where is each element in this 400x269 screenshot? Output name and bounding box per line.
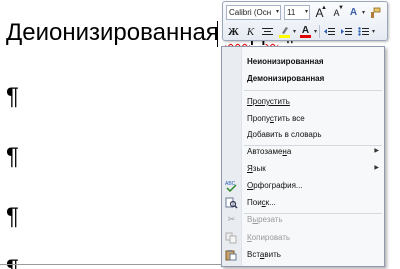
bullet-list-icon [358, 26, 370, 36]
copy-label: опировать [251, 233, 291, 242]
format-painter-icon [370, 7, 380, 18]
triangle-down-icon: ▼ [338, 5, 344, 11]
paste-label-end: вить [264, 250, 281, 259]
spelling-label: рфография... [253, 181, 303, 190]
italic-button[interactable]: К [243, 24, 258, 39]
paste-label-start: Вст [247, 250, 260, 259]
font-name-value: Calibri (Осн [229, 8, 272, 17]
paragraph-mark: ¶ [6, 143, 19, 170]
skip-menu-item[interactable]: Пропустить [222, 93, 384, 110]
language-menu-item[interactable]: Язык ▶ [222, 160, 384, 177]
copy-menu-item[interactable]: Копировать [222, 229, 384, 246]
font-name-combo[interactable]: Calibri (Осн ▾ [226, 5, 281, 20]
skip-label: Пропустить [247, 97, 290, 106]
spelling-check-icon: ABC [225, 179, 238, 192]
suggestion-item[interactable]: Неионизированная [222, 53, 384, 70]
mini-toolbar: Calibri (Осн ▾ 11 ▾ A ▲ A ▼ A ▾ Ж К ▾ A … [222, 1, 388, 41]
scissors-icon: ✂ [227, 214, 236, 224]
toolbar-separator [319, 25, 321, 38]
paste-menu-item[interactable]: Вставить [222, 246, 384, 263]
font-size-combo[interactable]: 11 ▾ [284, 5, 310, 20]
language-label: зык [252, 164, 266, 173]
add-to-dictionary-menu-item[interactable]: Добавить в словарь [222, 126, 384, 143]
add-to-dictionary-label: обавить в словарь [252, 130, 322, 139]
chevron-down-icon: ▾ [304, 9, 308, 15]
bullets-button[interactable] [356, 24, 371, 39]
paragraph-mark: ¶ [6, 83, 19, 110]
paragraph-mark: ¶ [6, 255, 19, 269]
increase-indent-button[interactable] [339, 24, 354, 39]
bold-button[interactable]: Ж [226, 24, 241, 39]
format-painter-button[interactable] [367, 5, 382, 20]
decrease-indent-icon [324, 27, 336, 35]
lookup-menu-item[interactable]: Поиск... [222, 194, 384, 211]
paragraph-mark: ¶ [6, 203, 19, 230]
chevron-down-icon[interactable]: ▾ [372, 28, 375, 35]
font-color-bar [300, 35, 312, 38]
document-text: Деионизированная [6, 19, 226, 46]
chevron-down-icon[interactable]: ▾ [362, 9, 365, 16]
autocorrect-menu-item[interactable]: Автозамена ▶ [222, 143, 384, 160]
decrease-indent-button[interactable] [322, 24, 337, 39]
font-color-icon: A [301, 24, 310, 36]
suggestion-item[interactable]: Демонизированная [222, 70, 384, 87]
submenu-arrow-icon: ▶ [374, 165, 379, 171]
highlight-button[interactable] [277, 24, 292, 39]
submenu-arrow-icon: ▶ [374, 148, 379, 154]
font-color-button[interactable]: A [298, 24, 313, 39]
increase-indent-icon [341, 27, 353, 35]
chevron-down-icon[interactable]: ▾ [293, 28, 296, 35]
copy-icon [225, 231, 238, 244]
center-align-icon [262, 27, 273, 35]
cut-menu-item[interactable]: ✂ Вырезать [222, 211, 384, 228]
research-icon [225, 196, 238, 209]
skip-all-label-end: тить все [273, 114, 305, 123]
grow-font-button[interactable]: A ▲ [312, 5, 327, 20]
menu-separator [244, 90, 382, 91]
font-size-value: 11 [287, 8, 296, 17]
paste-icon [225, 248, 238, 261]
highlight-color-bar [279, 35, 290, 38]
styles-icon: A [349, 7, 358, 18]
skip-all-menu-item[interactable]: Пропустить все [222, 110, 384, 127]
center-align-button[interactable] [260, 24, 275, 39]
chevron-down-icon[interactable]: ▾ [314, 28, 317, 35]
styles-button[interactable]: A [346, 5, 361, 20]
autocorrect-label-end: а [286, 147, 292, 156]
lookup-label-end: к... [265, 198, 276, 207]
shrink-font-button[interactable]: A ▼ [329, 5, 344, 20]
autocorrect-label-start: Автозаме [247, 147, 283, 156]
page-edge [0, 264, 225, 265]
cut-label-end: резать [258, 215, 283, 224]
spelling-context-menu: Неионизированная Демонизированная Пропус… [221, 46, 385, 267]
spelling-menu-item[interactable]: ABC Орфография... [222, 177, 384, 194]
skip-all-label-start: Пропу [247, 114, 270, 123]
lookup-label-start: Пои [247, 198, 262, 207]
triangle-up-icon: ▲ [321, 5, 327, 11]
chevron-down-icon: ▾ [275, 9, 279, 15]
text-caret [217, 21, 218, 47]
